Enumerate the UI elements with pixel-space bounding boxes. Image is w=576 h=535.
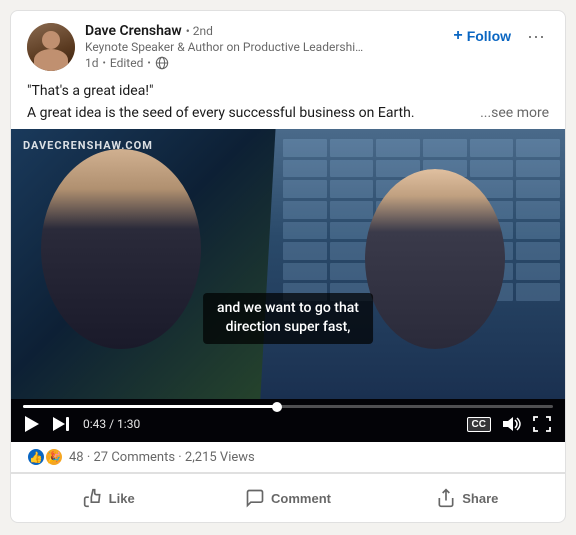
- skip-button[interactable]: [51, 414, 73, 434]
- cc-button[interactable]: CC: [467, 417, 491, 432]
- person-left: [41, 149, 201, 349]
- like-action-icon: [83, 488, 103, 508]
- author-title: Keynote Speaker & Author on Productive L…: [85, 40, 365, 54]
- video-container[interactable]: DAVECRENSHAW.COM and we want to go that …: [11, 129, 565, 442]
- see-more-button[interactable]: ...see more: [480, 105, 549, 121]
- play-button[interactable]: [23, 414, 41, 434]
- fullscreen-button[interactable]: [531, 414, 553, 434]
- post-text: "That's a great idea!" A great idea is t…: [11, 79, 565, 129]
- globe-icon: [155, 56, 169, 70]
- post-header: Dave Crenshaw • 2nd Keynote Speaker & Au…: [11, 11, 565, 79]
- controls-row: 0:43 / 1:30 CC: [23, 414, 553, 434]
- reactions-row: 👍 🎉 48 · 27 Comments · 2,215 Views: [11, 442, 565, 473]
- connection-badge: • 2nd: [186, 24, 213, 38]
- comment-button[interactable]: Comment: [198, 478, 377, 518]
- like-button[interactable]: Like: [19, 478, 198, 518]
- share-action-icon: [436, 488, 456, 508]
- right-controls: CC: [467, 414, 553, 434]
- volume-icon: [501, 416, 521, 432]
- volume-button[interactable]: [499, 414, 523, 434]
- skip-icon: [53, 416, 71, 432]
- avatar[interactable]: [27, 23, 75, 71]
- follow-button[interactable]: + Follow: [447, 23, 517, 49]
- video-scene: DAVECRENSHAW.COM and we want to go that …: [11, 129, 565, 399]
- celebrate-icon: 🎉: [45, 448, 63, 466]
- post-card: Dave Crenshaw • 2nd Keynote Speaker & Au…: [10, 10, 566, 523]
- video-subtitle: and we want to go that direction super f…: [203, 293, 373, 344]
- person-right: [365, 169, 505, 349]
- author-name[interactable]: Dave Crenshaw: [85, 23, 182, 39]
- reaction-icons: 👍 🎉: [27, 448, 63, 466]
- video-controls: 0:43 / 1:30 CC: [11, 399, 565, 442]
- time-display: 0:43 / 1:30: [83, 417, 457, 431]
- author-info: Dave Crenshaw • 2nd Keynote Speaker & Au…: [85, 23, 447, 70]
- progress-dot: [272, 402, 282, 412]
- plus-icon: +: [453, 27, 462, 45]
- comment-action-icon: [245, 488, 265, 508]
- play-icon: [25, 416, 39, 432]
- progress-fill: [23, 405, 277, 408]
- share-button[interactable]: Share: [378, 478, 557, 518]
- reactions-text: 48 · 27 Comments · 2,215 Views: [69, 450, 255, 465]
- post-meta: 1d • Edited •: [85, 56, 447, 70]
- progress-bar[interactable]: [23, 405, 553, 408]
- fullscreen-icon: [533, 416, 551, 432]
- video-watermark: DAVECRENSHAW.COM: [23, 139, 153, 152]
- more-options-button[interactable]: ···: [523, 23, 549, 49]
- like-icon: 👍: [27, 448, 45, 466]
- body-text: A great idea is the seed of every succes…: [27, 105, 549, 121]
- header-actions: + Follow ···: [447, 23, 549, 49]
- quote-text: "That's a great idea!": [27, 83, 549, 99]
- action-row: Like Comment Share: [11, 473, 565, 522]
